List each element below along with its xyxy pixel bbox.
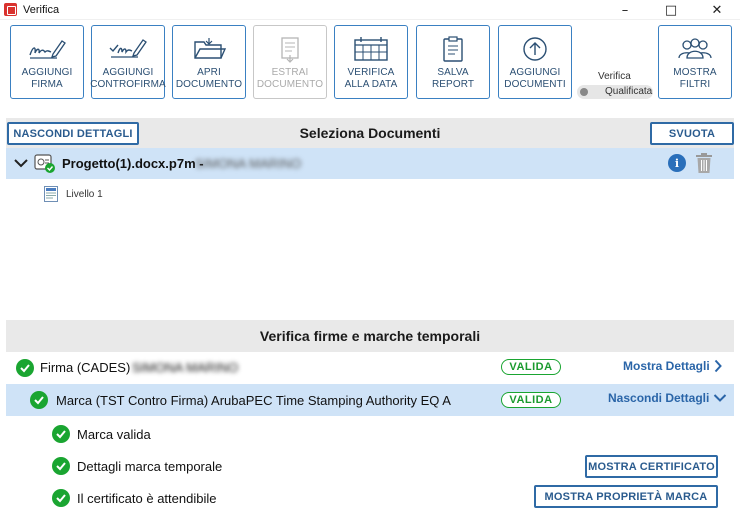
extract-document-button[interactable]: ESTRAI DOCUMENTO <box>253 25 327 99</box>
add-signature-label: AGGIUNGI FIRMA <box>21 67 73 90</box>
document-name: Progetto(1).docx.p7m - <box>62 156 204 171</box>
qualified-toggle[interactable]: Qualificata <box>577 85 653 99</box>
toolbar: AGGIUNGI FIRMA AGGIUNGI CONTROFIRMA APRI… <box>0 20 740 116</box>
add-documents-button[interactable]: AGGIUNGI DOCUMENTI <box>498 25 572 99</box>
level-item[interactable]: Livello 1 <box>44 186 103 202</box>
verification-header: Verifica firme e marche temporali <box>6 320 734 352</box>
check-icon <box>52 457 70 475</box>
check-icon <box>16 359 34 377</box>
level-document-icon <box>44 186 58 202</box>
add-documents-label: AGGIUNGI DOCUMENTI <box>504 67 566 90</box>
report-icon <box>431 35 475 63</box>
open-document-label: APRI DOCUMENTO <box>175 67 243 90</box>
trash-icon[interactable] <box>694 152 714 174</box>
signature-label: Firma (CADES) <box>40 360 131 375</box>
signature-pen-icon <box>25 35 69 63</box>
qualified-toggle-label: Qualificata <box>605 86 653 97</box>
clear-button[interactable]: SVUOTA <box>650 122 734 145</box>
show-filters-button[interactable]: MOSTRA FILTRI <box>658 25 732 99</box>
window-controls: – □ ✕ <box>602 0 740 20</box>
signature-row[interactable]: Firma (CADES) SIMONA MARINO VALIDA Mostr… <box>6 352 734 384</box>
show-certificate-button[interactable]: MOSTRA CERTIFICATO <box>585 455 718 478</box>
open-folder-icon <box>187 35 231 63</box>
show-filters-label: MOSTRA FILTRI <box>673 67 717 90</box>
info-icon[interactable]: i <box>668 154 686 172</box>
documents-title: Seleziona Documenti <box>299 125 441 141</box>
show-details-link[interactable]: Mostra Dettagli <box>623 359 722 373</box>
verification-title: Verifica firme e marche temporali <box>259 328 481 344</box>
verify-at-date-label: VERIFICA ALLA DATA <box>344 67 398 90</box>
app-logo-icon <box>4 3 17 16</box>
save-report-label: SALVA REPORT <box>431 67 475 90</box>
chevron-down-icon <box>714 394 727 402</box>
extract-document-label: ESTRAI DOCUMENTO <box>256 67 324 90</box>
chevron-right-icon <box>714 359 722 373</box>
open-document-button[interactable]: APRI DOCUMENTO <box>172 25 246 99</box>
minimize-icon[interactable]: – <box>602 0 648 20</box>
document-signer: SIMONA MARINO <box>195 156 302 171</box>
status-badge: VALIDA <box>501 359 561 375</box>
title-bar: Verifica – □ ✕ <box>0 0 740 20</box>
show-details-label: Mostra Dettagli <box>623 359 710 373</box>
show-timestamp-properties-button[interactable]: MOSTRA PROPRIETÀ MARCA <box>534 485 718 508</box>
close-icon[interactable]: ✕ <box>694 0 740 20</box>
add-countersignature-label: AGGIUNGI CONTROFIRMA <box>90 67 166 90</box>
detail-label: Dettagli marca temporale <box>77 459 223 474</box>
document-row[interactable]: Progetto(1).docx.p7m - SIMONA MARINO i <box>6 148 734 179</box>
window-title: Verifica <box>23 3 60 16</box>
extract-document-icon <box>268 35 312 63</box>
calendar-icon <box>349 35 393 63</box>
detail-row: Marca valida <box>6 418 734 450</box>
hide-details-link[interactable]: Nascondi Dettagli <box>608 391 727 405</box>
check-icon <box>52 425 70 443</box>
documents-list: Progetto(1).docx.p7m - SIMONA MARINO i L… <box>6 148 734 320</box>
check-icon <box>52 489 70 507</box>
hide-details-button[interactable]: NASCONDI DETTAGLI <box>7 122 139 145</box>
status-badge: VALIDA <box>501 392 561 408</box>
detail-label: Marca valida <box>77 427 151 442</box>
save-report-button[interactable]: SALVA REPORT <box>416 25 490 99</box>
toggle-knob <box>580 88 588 96</box>
verify-at-date-button[interactable]: VERIFICA ALLA DATA <box>334 25 408 99</box>
users-filter-icon <box>673 35 717 63</box>
timestamp-label: Marca (TST Contro Firma) ArubaPEC Time S… <box>56 393 451 408</box>
verification-mode-label: Verifica <box>598 71 631 82</box>
maximize-icon[interactable]: □ <box>648 0 694 20</box>
detail-label: Il certificato è attendibile <box>77 491 217 506</box>
add-countersignature-button[interactable]: AGGIUNGI CONTROFIRMA <box>90 25 166 99</box>
signed-document-icon <box>34 154 55 173</box>
chevron-down-icon[interactable] <box>13 156 29 170</box>
countersign-pen-icon <box>106 35 150 63</box>
add-signature-button[interactable]: AGGIUNGI FIRMA <box>10 25 84 99</box>
hide-details-label: Nascondi Dettagli <box>608 391 710 405</box>
upload-circle-icon <box>513 35 557 63</box>
timestamp-row[interactable]: Marca (TST Contro Firma) ArubaPEC Time S… <box>6 384 734 416</box>
check-icon <box>30 391 48 409</box>
level-label: Livello 1 <box>66 188 103 200</box>
signature-signer: SIMONA MARINO <box>132 360 239 375</box>
